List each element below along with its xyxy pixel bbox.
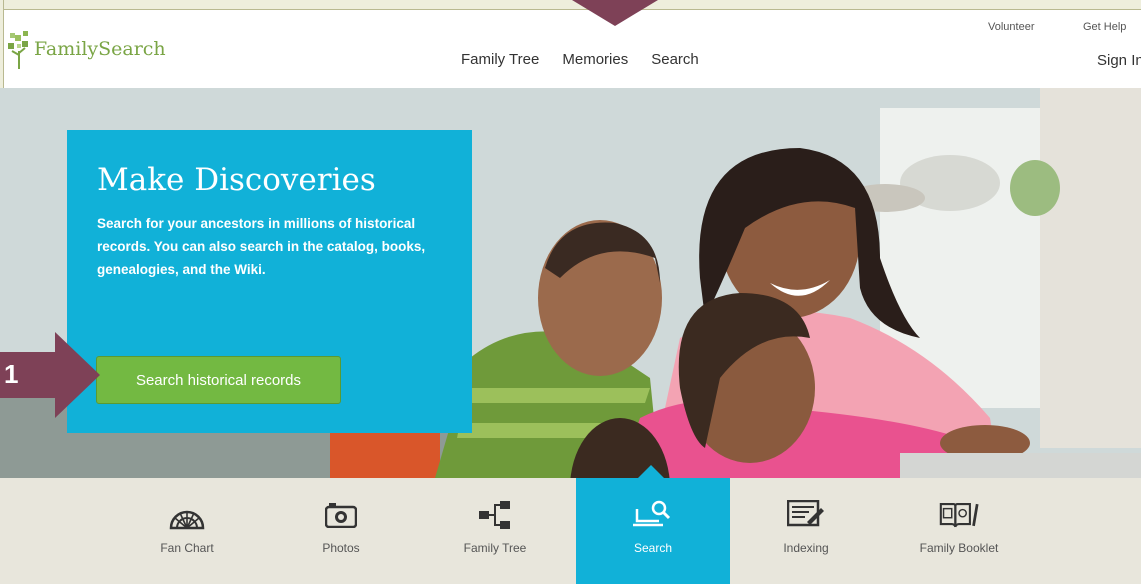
indexing-icon [786,498,826,532]
toolbar-item-indexing[interactable]: Indexing [731,478,881,584]
hero-banner: Make Discoveries Search for your ancesto… [0,88,1141,478]
toolbar-label-photos: Photos [322,541,360,555]
camera-icon [321,498,361,532]
booklet-icon [939,498,979,532]
fan-chart-icon [167,498,207,532]
get-help-link[interactable]: Get Help [1083,21,1126,33]
family-tree-icon [475,498,515,532]
tree-logo-icon [8,31,28,69]
nav-family-tree[interactable]: Family Tree [461,51,539,68]
nav-memories[interactable]: Memories [562,51,628,68]
toolbar-item-family-tree[interactable]: Family Tree [420,478,570,584]
callout-arrow-down [572,0,658,26]
nav-search[interactable]: Search [651,51,699,68]
toolbar-item-fan-chart[interactable]: Fan Chart [112,478,262,584]
familysearch-logo[interactable]: FamilySearch [6,29,166,69]
sign-in-link[interactable]: Sign In [1097,52,1141,69]
volunteer-link[interactable]: Volunteer [988,21,1034,33]
active-tab-pointer [638,465,664,478]
make-discoveries-panel: Make Discoveries Search for your ancesto… [67,130,472,433]
familysearch-page: FamilySearch Family Tree Memories Search… [0,0,1141,584]
search-historical-records-button[interactable]: Search historical records [96,356,341,404]
toolbar-item-photos[interactable]: Photos [266,478,416,584]
toolbar-item-family-booklet[interactable]: Family Booklet [884,478,1034,584]
toolbar-item-search[interactable]: Search [576,478,730,584]
toolbar-label-indexing: Indexing [783,541,829,555]
toolbar-label-family-booklet: Family Booklet [919,541,999,555]
hero-description: Search for your ancestors in millions of… [97,216,426,277]
toolbar-label-search: Search [633,541,673,555]
search-computer-icon [633,498,673,532]
window-frame-top [0,0,1141,10]
toolbar-label-fan-chart: Fan Chart [160,541,214,555]
callout-step-number: 1 [4,359,19,389]
logo-text: FamilySearch [34,38,166,60]
feature-toolbar: Fan Chart Photos Family Tree Search Inde… [0,478,1141,584]
hero-title: Make Discoveries [97,162,376,198]
toolbar-label-family-tree: Family Tree [463,541,527,555]
main-nav: Family Tree Memories Search [461,51,699,68]
